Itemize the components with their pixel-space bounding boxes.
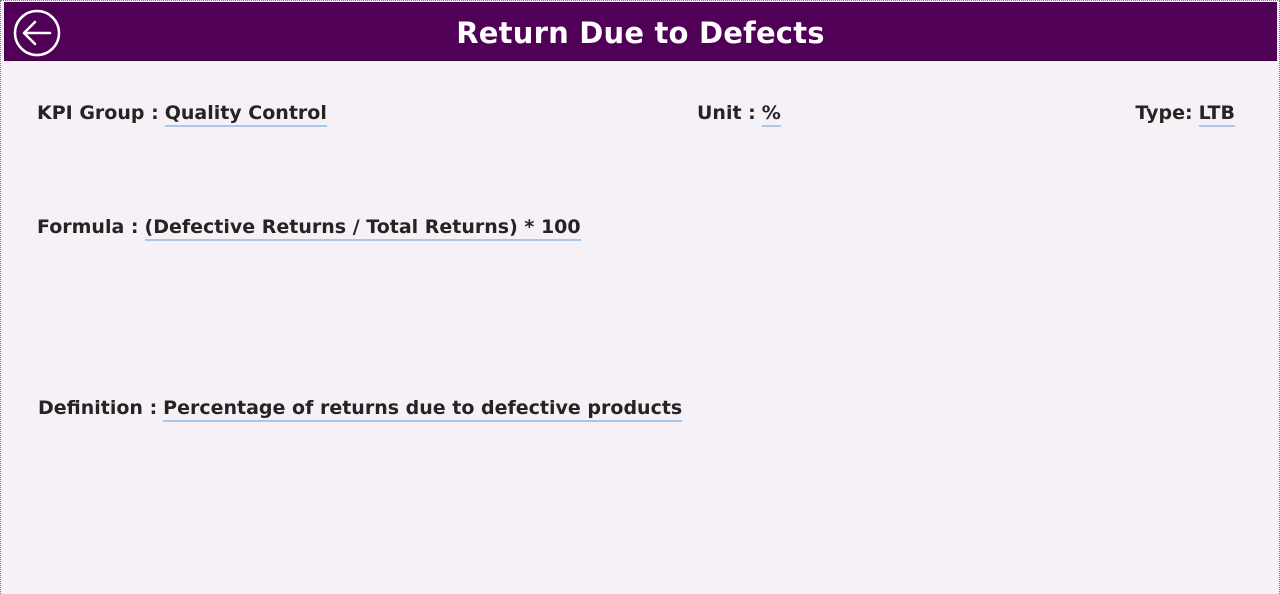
formula-value: (Defective Returns / Total Returns) * 10… [144,216,581,241]
unit-label: Unit : [697,102,756,124]
page-title: Return Due to Defects [456,16,825,50]
unit-row: Unit :% [697,102,781,127]
definition-label: Definition : [38,397,158,419]
definition-value: Percentage of returns due to defective p… [163,397,683,422]
kpi-group-value: Quality Control [164,102,327,127]
type-label: Type: [1135,102,1193,124]
page-header: Return Due to Defects [4,2,1277,61]
definition-row: Definition : Percentage of returns due to… [38,397,683,422]
formula-label: Formula : [37,216,139,238]
kpi-group-row: KPI Group : Quality Control [37,102,327,127]
type-row: Type: LTB [1135,102,1235,127]
kpi-definition-page: Return Due to Defects KPI Group : Quality… [0,0,1280,594]
type-value: LTB [1198,102,1235,127]
unit-value: % [761,102,781,127]
formula-row: Formula : (Defective Returns / Total Retu… [37,216,581,241]
kpi-group-label: KPI Group : [37,102,159,124]
